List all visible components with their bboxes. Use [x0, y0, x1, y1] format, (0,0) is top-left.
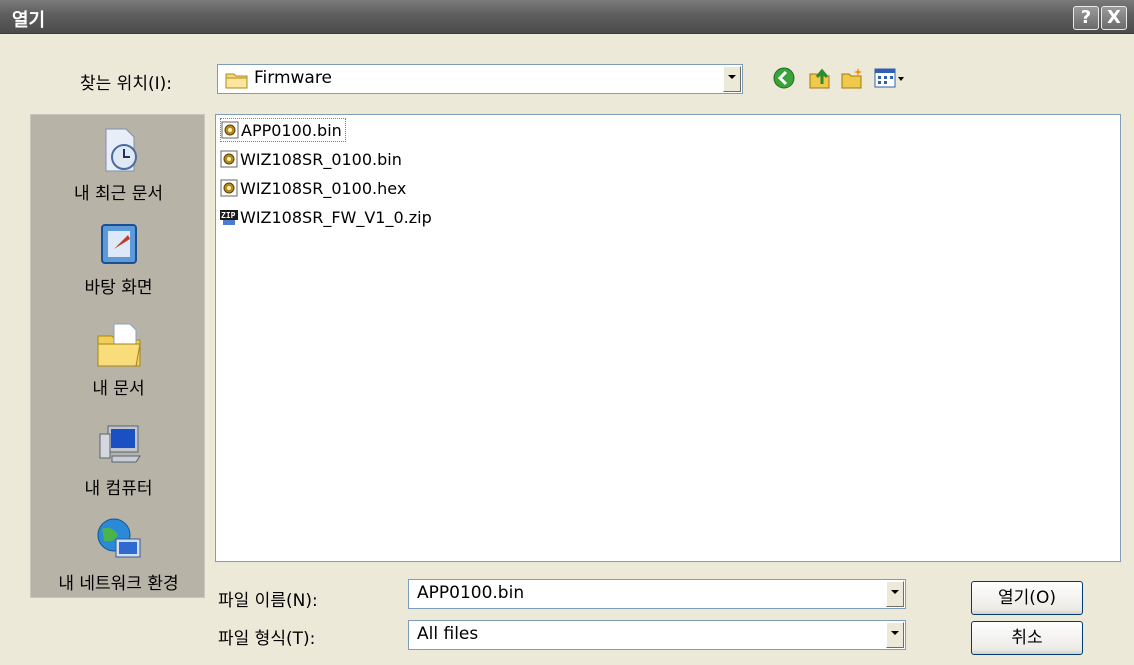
filetype-select[interactable]: All files: [408, 620, 906, 650]
back-icon[interactable]: [772, 66, 796, 90]
close-icon: X: [1107, 7, 1121, 28]
window-title: 열기: [12, 10, 46, 31]
filename-combo[interactable]: APP0100.bin: [408, 579, 906, 609]
file-name: WIZ108SR_0100.hex: [240, 178, 407, 198]
filetype-value: All files: [417, 624, 479, 644]
filetype-label: 파일 형식(T):: [218, 629, 316, 649]
look-in-dropdown-button[interactable]: [723, 66, 741, 92]
new-folder-icon[interactable]: [840, 66, 864, 90]
hex-file-icon: [220, 179, 238, 197]
file-name: WIZ108SR_FW_V1_0.zip: [240, 207, 432, 227]
place-my-documents[interactable]: 내 문서: [31, 320, 206, 399]
place-label: 내 컴퓨터: [84, 479, 153, 499]
filename-dropdown-button[interactable]: [886, 581, 904, 607]
svg-text:ZIP: ZIP: [221, 211, 236, 220]
my-documents-icon: [97, 323, 141, 367]
open-button[interactable]: 열기(O): [971, 581, 1083, 615]
folder-icon: [225, 73, 248, 89]
file-item[interactable]: WIZ108SR_0100.hex: [220, 176, 409, 200]
bin-file-icon: [221, 121, 239, 139]
file-list[interactable]: APP0100.bin WIZ108SR_0100.bin WIZ108SR_0…: [215, 114, 1121, 562]
place-desktop[interactable]: 바탕 화면: [31, 219, 206, 298]
bin-file-icon: [220, 150, 238, 168]
view-menu-icon[interactable]: [873, 66, 907, 90]
filename-input[interactable]: APP0100.bin: [417, 583, 524, 603]
my-computer-icon: [99, 425, 141, 463]
desktop-icon: [100, 224, 137, 264]
place-my-computer[interactable]: 내 컴퓨터: [31, 420, 206, 499]
place-label: 바탕 화면: [84, 278, 153, 298]
place-label: 내 최근 문서: [73, 184, 163, 204]
place-label: 내 문서: [92, 379, 145, 399]
filename-label: 파일 이름(N):: [218, 591, 318, 611]
file-name: WIZ108SR_0100.bin: [240, 149, 402, 169]
up-folder-icon[interactable]: [808, 66, 832, 90]
close-button[interactable]: X: [1101, 6, 1127, 30]
place-label: 내 네트워크 환경: [58, 574, 179, 594]
help-button[interactable]: ?: [1073, 6, 1099, 30]
look-in-combo[interactable]: Firmware: [217, 64, 743, 94]
filetype-dropdown-button[interactable]: [886, 622, 904, 648]
file-item[interactable]: APP0100.bin: [220, 118, 346, 142]
title-bar[interactable]: 열기 ? X: [0, 0, 1134, 34]
look-in-label: 찾는 위치(I):: [80, 74, 172, 94]
place-network[interactable]: 내 네트워크 환경: [31, 515, 206, 594]
file-item[interactable]: WIZ108SR_0100.bin: [220, 147, 405, 171]
zip-file-icon: ZIP: [220, 210, 238, 225]
recent-documents-icon: [105, 128, 137, 172]
cancel-button[interactable]: 취소: [971, 621, 1083, 655]
look-in-value: Firmware: [254, 68, 332, 88]
places-bar: 내 최근 문서 바탕 화면 내 문서 내 컴퓨터 내 네트워크 환경: [30, 114, 205, 598]
place-recent-documents[interactable]: 내 최근 문서: [31, 125, 206, 204]
network-places-icon: [97, 518, 140, 558]
file-item[interactable]: ZIP WIZ108SR_FW_V1_0.zip: [220, 205, 435, 229]
help-icon: ?: [1080, 7, 1092, 28]
file-name: APP0100.bin: [241, 120, 342, 140]
